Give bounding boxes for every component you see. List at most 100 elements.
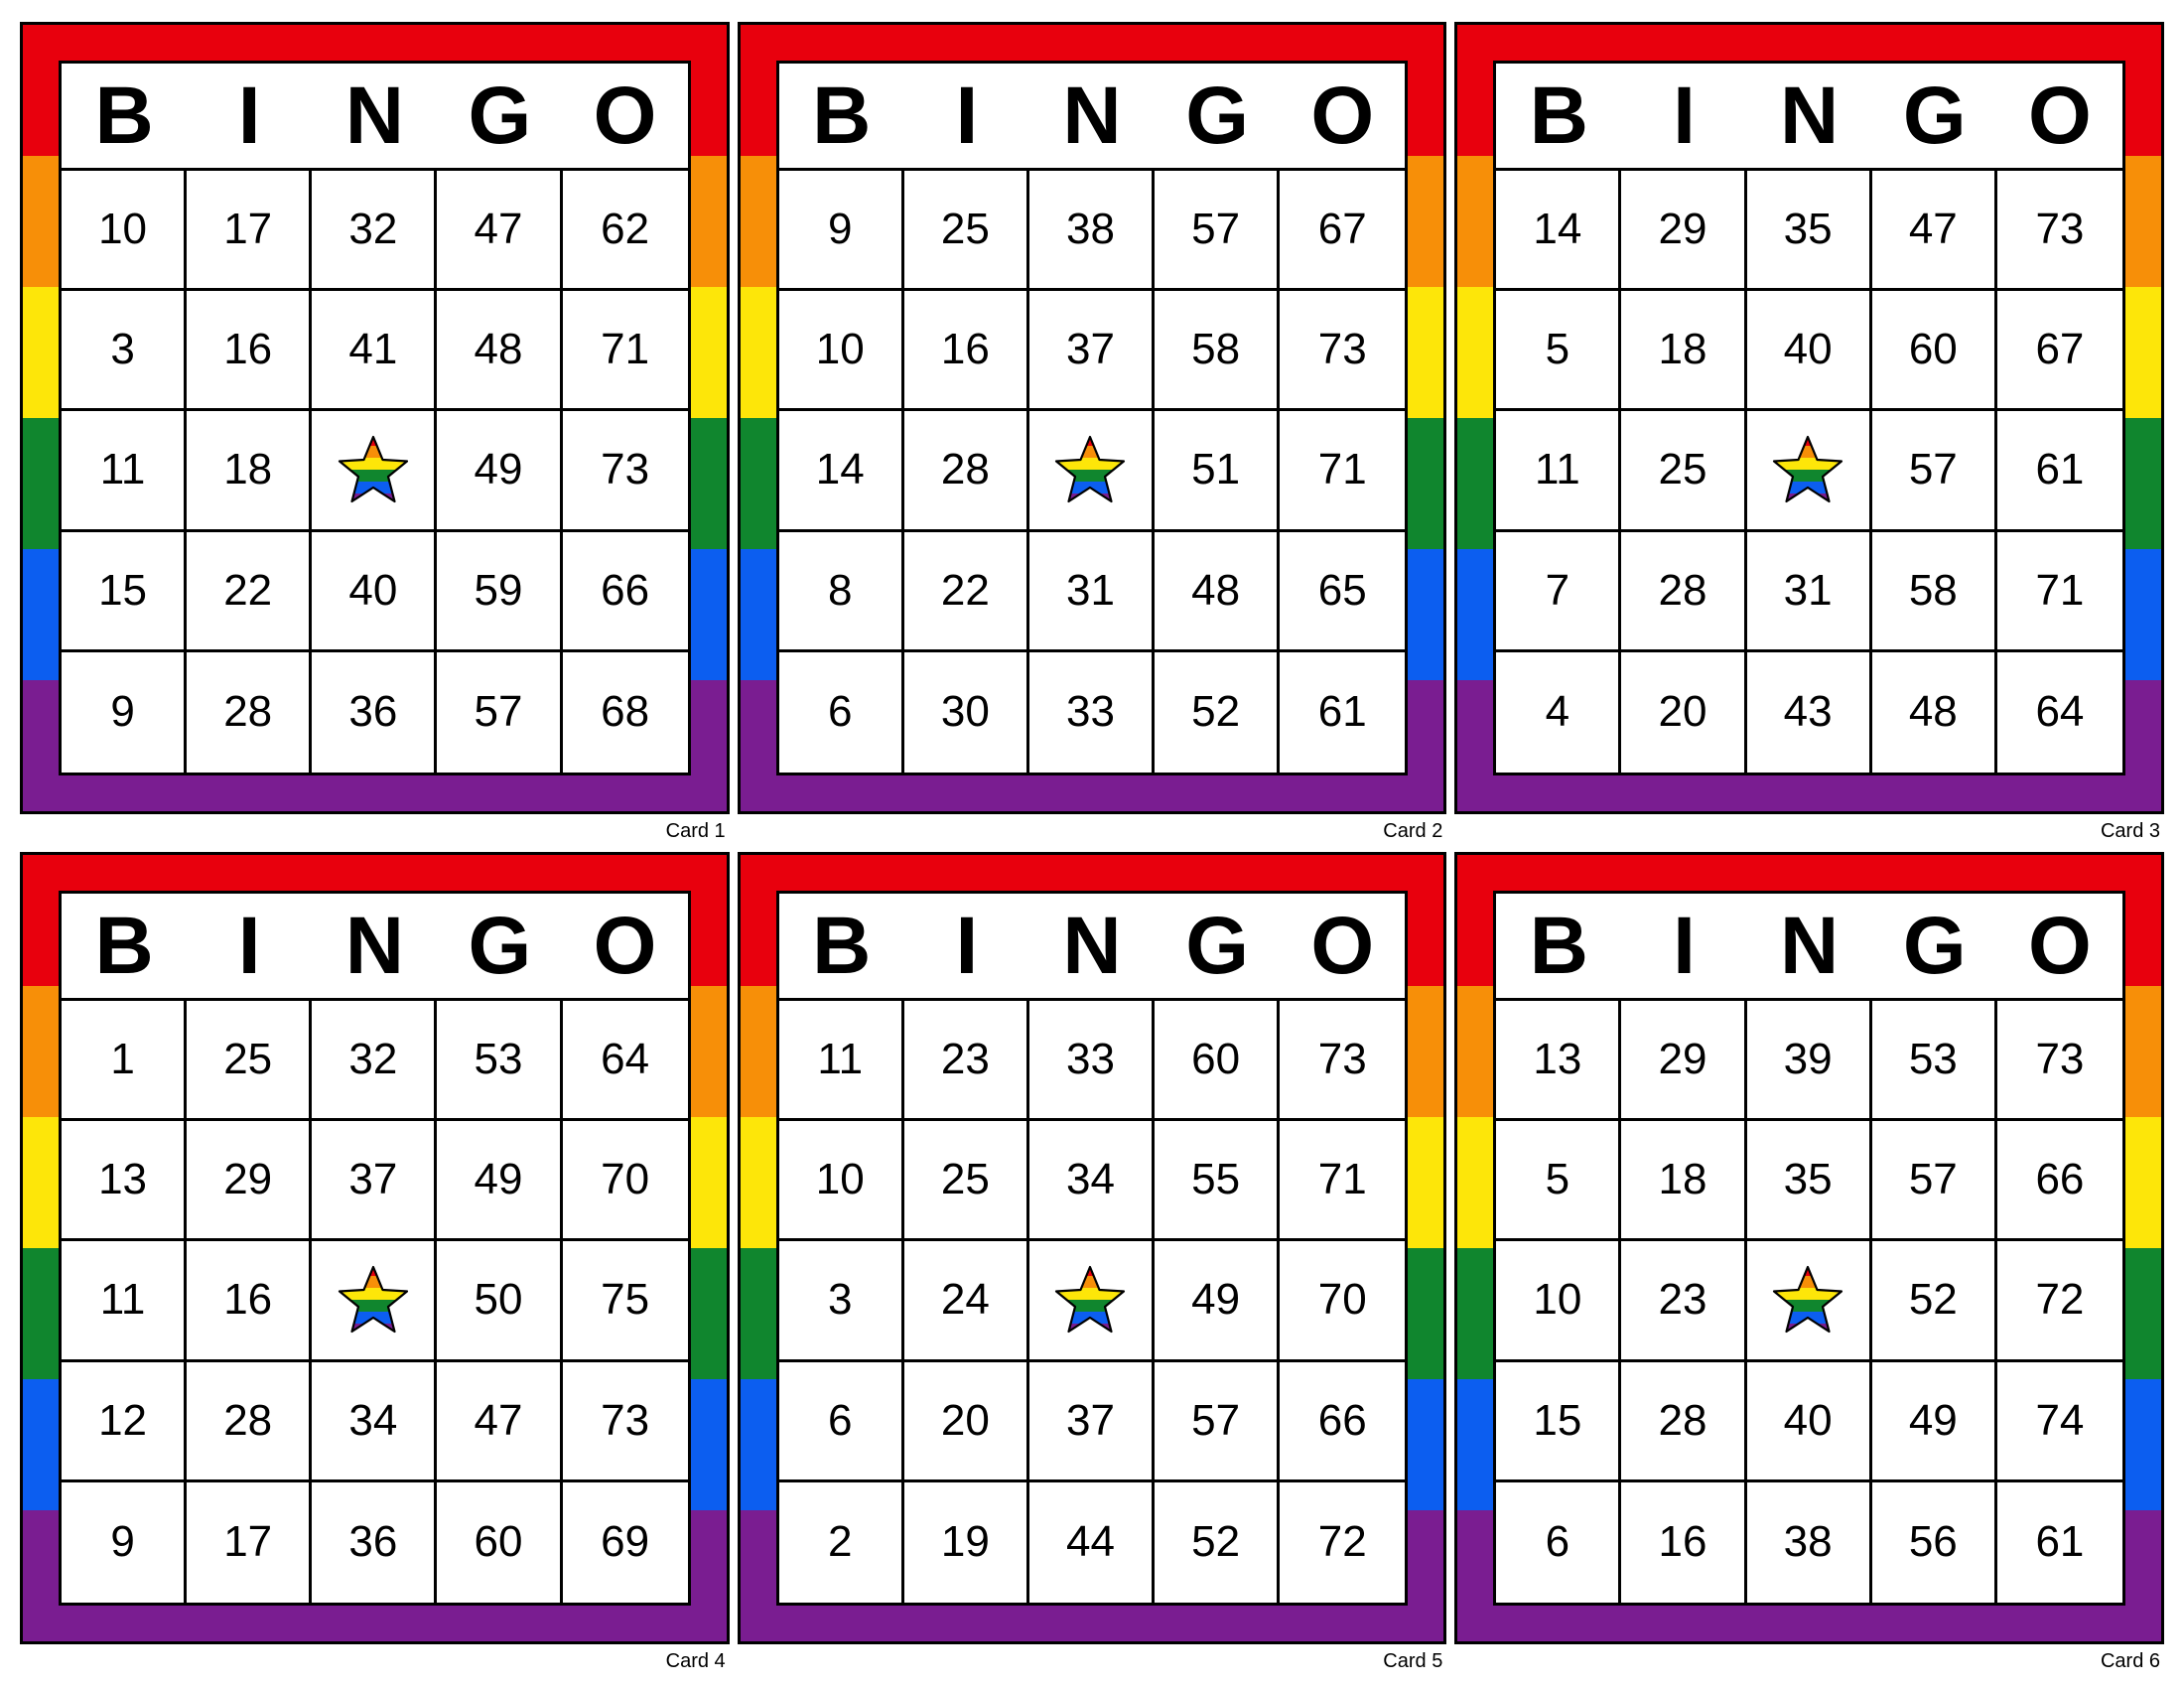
bingo-number-cell[interactable]: 6 [778, 1361, 904, 1482]
bingo-number-cell[interactable]: 10 [778, 1121, 904, 1242]
bingo-number-cell[interactable]: 51 [1155, 411, 1281, 532]
bingo-number-cell[interactable]: 7 [1496, 531, 1622, 652]
bingo-number-cell[interactable]: 69 [562, 1481, 688, 1603]
bingo-number-cell[interactable]: 16 [187, 291, 313, 412]
bingo-number-cell[interactable]: 14 [1496, 171, 1622, 292]
bingo-number-cell[interactable]: 53 [1871, 1001, 1997, 1122]
bingo-number-cell[interactable]: 9 [62, 1481, 188, 1603]
bingo-number-cell[interactable]: 20 [903, 1361, 1029, 1482]
bingo-number-cell[interactable]: 11 [62, 411, 188, 532]
bingo-number-cell[interactable]: 28 [187, 651, 313, 773]
bingo-number-cell[interactable]: 48 [1871, 651, 1997, 773]
bingo-number-cell[interactable]: 70 [1280, 1241, 1406, 1362]
bingo-number-cell[interactable]: 48 [1155, 531, 1281, 652]
bingo-number-cell[interactable]: 8 [778, 531, 904, 652]
bingo-number-cell[interactable]: 18 [187, 411, 313, 532]
bingo-number-cell[interactable]: 57 [437, 651, 563, 773]
bingo-number-cell[interactable]: 61 [1280, 651, 1406, 773]
bingo-number-cell[interactable]: 25 [1621, 411, 1747, 532]
bingo-number-cell[interactable]: 66 [1996, 1121, 2122, 1242]
bingo-number-cell[interactable]: 40 [312, 531, 438, 652]
bingo-number-cell[interactable]: 24 [903, 1241, 1029, 1362]
bingo-number-cell[interactable]: 25 [903, 1121, 1029, 1242]
free-space-star-icon[interactable] [1746, 1241, 1872, 1362]
bingo-number-cell[interactable]: 66 [562, 531, 688, 652]
bingo-number-cell[interactable]: 28 [1621, 531, 1747, 652]
bingo-number-cell[interactable]: 33 [1028, 1001, 1156, 1122]
bingo-number-cell[interactable]: 3 [62, 291, 188, 412]
bingo-number-cell[interactable]: 57 [1871, 411, 1997, 532]
bingo-number-cell[interactable]: 17 [187, 171, 313, 292]
bingo-number-cell[interactable]: 73 [562, 411, 688, 532]
bingo-number-cell[interactable]: 47 [437, 1361, 563, 1482]
bingo-number-cell[interactable]: 13 [62, 1121, 188, 1242]
bingo-number-cell[interactable]: 10 [778, 291, 904, 412]
bingo-number-cell[interactable]: 32 [312, 1001, 438, 1122]
bingo-number-cell[interactable]: 72 [1280, 1481, 1406, 1603]
bingo-number-cell[interactable]: 9 [62, 651, 188, 773]
bingo-number-cell[interactable]: 28 [1621, 1361, 1747, 1482]
free-space-star-icon[interactable] [312, 1241, 438, 1362]
bingo-number-cell[interactable]: 12 [62, 1361, 188, 1482]
bingo-number-cell[interactable]: 73 [562, 1361, 688, 1482]
bingo-number-cell[interactable]: 35 [1746, 171, 1872, 292]
bingo-number-cell[interactable]: 9 [778, 171, 904, 292]
bingo-number-cell[interactable]: 73 [1996, 171, 2122, 292]
bingo-number-cell[interactable]: 64 [1996, 651, 2122, 773]
bingo-number-cell[interactable]: 49 [437, 411, 563, 532]
bingo-number-cell[interactable]: 41 [312, 291, 438, 412]
bingo-number-cell[interactable]: 25 [187, 1001, 313, 1122]
bingo-number-cell[interactable]: 16 [187, 1241, 313, 1362]
free-space-star-icon[interactable] [1746, 411, 1872, 532]
free-space-star-icon[interactable] [1028, 411, 1156, 532]
bingo-number-cell[interactable]: 73 [1280, 291, 1406, 412]
bingo-number-cell[interactable]: 10 [1496, 1241, 1622, 1362]
bingo-number-cell[interactable]: 47 [437, 171, 563, 292]
bingo-number-cell[interactable]: 28 [903, 411, 1029, 532]
bingo-number-cell[interactable]: 16 [903, 291, 1029, 412]
bingo-number-cell[interactable]: 60 [1871, 291, 1997, 412]
bingo-number-cell[interactable]: 10 [62, 171, 188, 292]
bingo-number-cell[interactable]: 57 [1871, 1121, 1997, 1242]
bingo-number-cell[interactable]: 33 [1028, 651, 1156, 773]
bingo-number-cell[interactable]: 67 [1996, 291, 2122, 412]
bingo-number-cell[interactable]: 17 [187, 1481, 313, 1603]
bingo-number-cell[interactable]: 34 [312, 1361, 438, 1482]
bingo-number-cell[interactable]: 18 [1621, 291, 1747, 412]
bingo-number-cell[interactable]: 18 [1621, 1121, 1747, 1242]
bingo-number-cell[interactable]: 11 [1496, 411, 1622, 532]
bingo-number-cell[interactable]: 70 [562, 1121, 688, 1242]
bingo-number-cell[interactable]: 22 [903, 531, 1029, 652]
bingo-number-cell[interactable]: 59 [437, 531, 563, 652]
bingo-number-cell[interactable]: 71 [1996, 531, 2122, 652]
bingo-number-cell[interactable]: 57 [1155, 1361, 1281, 1482]
bingo-number-cell[interactable]: 56 [1871, 1481, 1997, 1603]
bingo-number-cell[interactable]: 49 [437, 1121, 563, 1242]
bingo-number-cell[interactable]: 48 [437, 291, 563, 412]
bingo-number-cell[interactable]: 5 [1496, 291, 1622, 412]
bingo-number-cell[interactable]: 11 [62, 1241, 188, 1362]
bingo-number-cell[interactable]: 66 [1280, 1361, 1406, 1482]
bingo-number-cell[interactable]: 13 [1496, 1001, 1622, 1122]
bingo-number-cell[interactable]: 29 [1621, 1001, 1747, 1122]
bingo-number-cell[interactable]: 16 [1621, 1481, 1747, 1603]
bingo-number-cell[interactable]: 72 [1996, 1241, 2122, 1362]
bingo-number-cell[interactable]: 40 [1746, 1361, 1872, 1482]
bingo-number-cell[interactable]: 52 [1871, 1241, 1997, 1362]
bingo-number-cell[interactable]: 74 [1996, 1361, 2122, 1482]
bingo-number-cell[interactable]: 6 [778, 651, 904, 773]
bingo-number-cell[interactable]: 71 [1280, 1121, 1406, 1242]
bingo-number-cell[interactable]: 30 [903, 651, 1029, 773]
bingo-number-cell[interactable]: 49 [1155, 1241, 1281, 1362]
bingo-number-cell[interactable]: 15 [1496, 1361, 1622, 1482]
bingo-number-cell[interactable]: 47 [1871, 171, 1997, 292]
bingo-number-cell[interactable]: 3 [778, 1241, 904, 1362]
bingo-number-cell[interactable]: 34 [1028, 1121, 1156, 1242]
bingo-number-cell[interactable]: 1 [62, 1001, 188, 1122]
bingo-number-cell[interactable]: 23 [903, 1001, 1029, 1122]
bingo-number-cell[interactable]: 60 [1155, 1001, 1281, 1122]
bingo-number-cell[interactable]: 29 [1621, 171, 1747, 292]
bingo-number-cell[interactable]: 36 [312, 1481, 438, 1603]
bingo-number-cell[interactable]: 57 [1155, 171, 1281, 292]
bingo-number-cell[interactable]: 4 [1496, 651, 1622, 773]
